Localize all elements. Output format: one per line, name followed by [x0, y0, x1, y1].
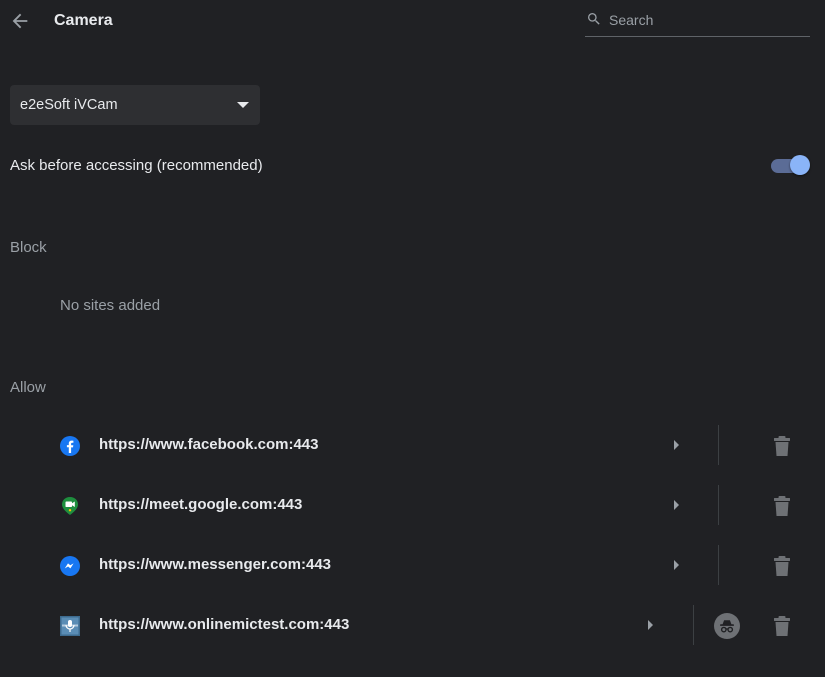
site-row-messenger[interactable]: https://www.messenger.com:443 — [0, 536, 825, 596]
expand-arrow-icon[interactable] — [648, 620, 653, 630]
search-input[interactable] — [609, 9, 804, 31]
allow-section-title: Allow — [10, 379, 46, 396]
site-url: https://www.onlinemictest.com:443 — [99, 616, 350, 633]
camera-device-select[interactable]: e2eSoft iVCam — [10, 85, 260, 125]
block-empty-message: No sites added — [60, 297, 161, 314]
toggle-knob — [790, 155, 810, 175]
site-url: https://www.messenger.com:443 — [99, 556, 332, 573]
search-box — [585, 8, 810, 37]
dropdown-arrow-icon — [237, 102, 249, 108]
site-row-google-meet[interactable]: https://meet.google.com:443 — [0, 476, 825, 536]
search-icon — [588, 13, 600, 25]
messenger-icon — [60, 556, 80, 576]
back-arrow-icon[interactable] — [9, 10, 31, 32]
row-divider — [718, 425, 719, 465]
incognito-icon — [714, 613, 740, 639]
page-title: Camera — [54, 12, 113, 29]
expand-arrow-icon[interactable] — [674, 560, 679, 570]
site-row-facebook[interactable]: https://www.facebook.com:443 — [0, 416, 825, 476]
ask-before-accessing-toggle[interactable] — [770, 155, 810, 175]
facebook-icon — [60, 436, 80, 456]
camera-device-value: e2eSoft iVCam — [20, 97, 118, 113]
expand-arrow-icon[interactable] — [674, 500, 679, 510]
delete-trash-icon[interactable] — [773, 495, 791, 517]
row-divider — [718, 545, 719, 585]
onlinemictest-icon — [60, 616, 80, 636]
header: Camera — [0, 0, 825, 44]
site-url: https://www.facebook.com:443 — [99, 436, 319, 453]
expand-arrow-icon[interactable] — [674, 440, 679, 450]
row-divider — [718, 485, 719, 525]
google-meet-icon — [62, 497, 78, 515]
block-section-title: Block — [10, 239, 47, 256]
ask-before-accessing-label: Ask before accessing (recommended) — [10, 157, 263, 174]
delete-trash-icon[interactable] — [773, 615, 791, 637]
site-row-onlinemictest[interactable]: https://www.onlinemictest.com:443 — [0, 596, 825, 656]
row-divider — [693, 605, 694, 645]
site-url: https://meet.google.com:443 — [99, 496, 303, 513]
delete-trash-icon[interactable] — [773, 435, 791, 457]
delete-trash-icon[interactable] — [773, 555, 791, 577]
